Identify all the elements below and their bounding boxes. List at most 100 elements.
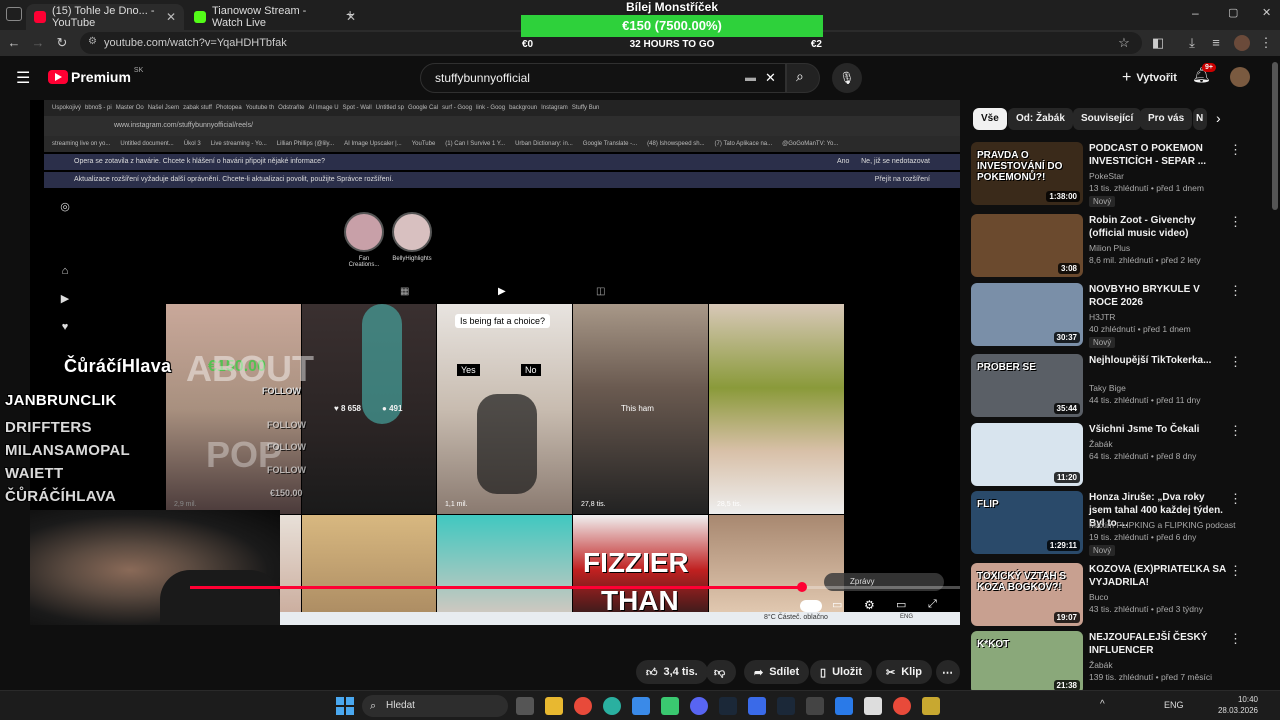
steam-icon[interactable] (777, 697, 795, 715)
taskbar-clock[interactable]: 10:40 28.03.2026 (1218, 694, 1258, 716)
bookmark-star-icon[interactable]: ☆ (1114, 33, 1134, 53)
app-icon[interactable] (835, 697, 853, 715)
video-title[interactable]: NEJZOUFALEJŠÍ ČESKÝ INFLUENCER (1089, 631, 1229, 657)
notifications-button[interactable]: 🔔︎ 9+ (1192, 63, 1216, 88)
video-title[interactable]: Všichni Jsme To Čekali (1089, 423, 1229, 436)
youtube-logo[interactable]: Premium SK (48, 67, 143, 85)
new-tab-button[interactable]: + (346, 6, 354, 22)
channel-name[interactable]: PokeStar (1089, 170, 1239, 182)
media-control-icon[interactable]: ≡ (1206, 33, 1226, 53)
chip-related[interactable]: Související (1073, 108, 1142, 130)
keyboard-icon[interactable]: ▬ (745, 64, 756, 92)
recommended-video[interactable]: PROBER SE 35:44 Nejhloupější TikTokerka.… (971, 354, 1271, 420)
hamburger-menu-icon[interactable]: ☰ (16, 68, 30, 88)
file-explorer-icon[interactable] (545, 697, 563, 715)
theater-mode-icon[interactable]: ▭ (896, 598, 906, 611)
search-button[interactable]: ⌕ (786, 63, 820, 93)
steam-icon[interactable] (719, 697, 737, 715)
video-thumbnail[interactable]: PROBER SE 35:44 (971, 354, 1083, 417)
like-button[interactable]: 👍︎ 3,4 tis. (636, 660, 708, 684)
video-thumbnail[interactable]: 11:20 (971, 423, 1083, 486)
clear-search-icon[interactable]: ✕ (765, 64, 776, 92)
create-button[interactable]: + Vytvořit (1114, 64, 1185, 92)
chrome-icon[interactable] (893, 697, 911, 715)
video-thumbnail[interactable]: 30:37 (971, 283, 1083, 346)
voice-search-button[interactable]: 🎙 (832, 63, 862, 93)
maximize-button[interactable]: ▢ (1228, 6, 1238, 19)
video-thumbnail[interactable]: TOXICKÝ VZTAH S KOZA BOGKOV?! 19:07 (971, 563, 1083, 626)
tab-list-icon[interactable] (6, 7, 22, 21)
chip-all[interactable]: Vše (973, 108, 1007, 130)
recommended-video[interactable]: PRAVDA O INVESTOVÁNÍ DO POKEMONŮ?! 1:38:… (971, 142, 1271, 208)
chrome-icon[interactable] (574, 697, 592, 715)
video-title[interactable]: KOZOVA (EX)PRIATEĽKA SA VYJADRILA! (1089, 563, 1229, 589)
discord-icon[interactable] (690, 697, 708, 715)
downloads-icon[interactable]: ⤓ (1182, 33, 1202, 53)
recommended-video[interactable]: TOXICKÝ VZTAH S KOZA BOGKOV?! 19:07 KOZO… (971, 563, 1271, 629)
progress-scrubber[interactable] (797, 582, 807, 592)
subtitles-icon[interactable]: ▭ (832, 598, 842, 611)
channel-name[interactable]: Taky Bige (1089, 382, 1239, 394)
app-icon[interactable] (922, 697, 940, 715)
video-thumbnail[interactable]: 3:08 (971, 214, 1083, 277)
taskbar-search[interactable]: ⌕ Hledat (362, 695, 508, 717)
save-button[interactable]: ▯ Uložit (810, 660, 873, 684)
more-options-icon[interactable]: ⋮ (1229, 491, 1242, 507)
more-options-icon[interactable]: ⋮ (1229, 142, 1242, 158)
video-thumbnail[interactable]: FLIP 1:29:11 (971, 491, 1083, 554)
channel-name[interactable]: Milion Plus (1089, 242, 1239, 254)
progress-played[interactable] (190, 586, 802, 589)
more-options-icon[interactable]: ⋮ (1229, 563, 1242, 579)
browser-menu-icon[interactable]: ⋮ (1256, 33, 1276, 53)
channel-name[interactable]: Žabák (1089, 438, 1239, 450)
share-button[interactable]: ➦ Sdílet (744, 660, 810, 684)
reload-icon[interactable]: ↻ (52, 33, 72, 53)
video-thumbnail[interactable]: PRAVDA O INVESTOVÁNÍ DO POKEMONŮ?! 1:38:… (971, 142, 1083, 205)
more-actions-button[interactable]: ⋯ (936, 660, 960, 684)
recommended-video[interactable]: 11:20 Všichni Jsme To Čekali Žabák 64 ti… (971, 423, 1271, 489)
app-icon[interactable] (864, 697, 882, 715)
tray-overflow-icon[interactable]: ^ (1100, 699, 1105, 710)
search-input[interactable]: stuffybunnyofficial ▬ ✕ (420, 63, 786, 93)
chip-more[interactable]: N (1193, 108, 1207, 130)
video-player[interactable]: Uspokojivý bbno$ - pi Master Oo Našel Jsem z… (30, 100, 960, 625)
site-info-icon[interactable]: ⚙ (88, 36, 97, 47)
recommended-video[interactable]: 3:08 Robin Zoot - Givenchy (official mus… (971, 214, 1271, 280)
dislike-button[interactable]: 👎︎ (706, 660, 736, 684)
task-view-icon[interactable] (516, 697, 534, 715)
chips-next-icon[interactable]: › (1216, 110, 1221, 126)
app-icon[interactable] (632, 697, 650, 715)
edge-icon[interactable] (603, 697, 621, 715)
video-thumbnail[interactable]: K*KOT 21:38 (971, 631, 1083, 694)
channel-name[interactable]: Buco (1089, 591, 1239, 603)
more-options-icon[interactable]: ⋮ (1229, 631, 1242, 647)
video-title[interactable]: Nejhloupější TikTokerka... (1089, 354, 1229, 367)
app-icon[interactable] (806, 697, 824, 715)
video-title[interactable]: Robin Zoot - Givenchy (official music vi… (1089, 214, 1229, 240)
language-indicator[interactable]: ENG (1164, 700, 1184, 710)
channel-name[interactable]: H3JTR (1089, 311, 1239, 323)
chip-from-channel[interactable]: Od: Žabák (1008, 108, 1073, 130)
progress-track[interactable] (802, 586, 960, 589)
channel-name[interactable]: Maxim FLIPKING a FLIPKING podcast (1089, 519, 1239, 531)
more-options-icon[interactable]: ⋮ (1229, 354, 1242, 370)
video-title[interactable]: NOVBYHO BRYKULE V ROCE 2026 (1089, 283, 1229, 309)
autoplay-toggle[interactable] (800, 600, 822, 612)
close-tab-icon[interactable]: ✕ (166, 10, 176, 24)
close-window-button[interactable]: ✕ (1262, 6, 1271, 19)
profile-avatar[interactable] (1234, 35, 1250, 51)
start-button[interactable] (336, 697, 354, 715)
extensions-icon[interactable]: ◧ (1148, 33, 1168, 53)
more-options-icon[interactable]: ⋮ (1229, 283, 1242, 299)
recommended-video[interactable]: FLIP 1:29:11 Honza Jiruše: „Dva roky jse… (971, 491, 1271, 557)
settings-icon[interactable]: ⚙ (864, 598, 875, 612)
fullscreen-icon[interactable]: ⤢ (928, 598, 937, 611)
clip-button[interactable]: ✂ Klip (876, 660, 932, 684)
app-icon[interactable] (661, 697, 679, 715)
tab-kick[interactable]: Tianowow Stream - Watch Live ✕ (186, 4, 364, 30)
more-options-icon[interactable]: ⋮ (1229, 423, 1242, 439)
minimize-button[interactable]: – (1192, 6, 1199, 20)
app-icon[interactable] (748, 697, 766, 715)
forward-icon[interactable]: → (28, 33, 48, 53)
video-title[interactable]: PODCAST O POKEMON INVESTICÍCH - SEPAR ..… (1089, 142, 1229, 168)
